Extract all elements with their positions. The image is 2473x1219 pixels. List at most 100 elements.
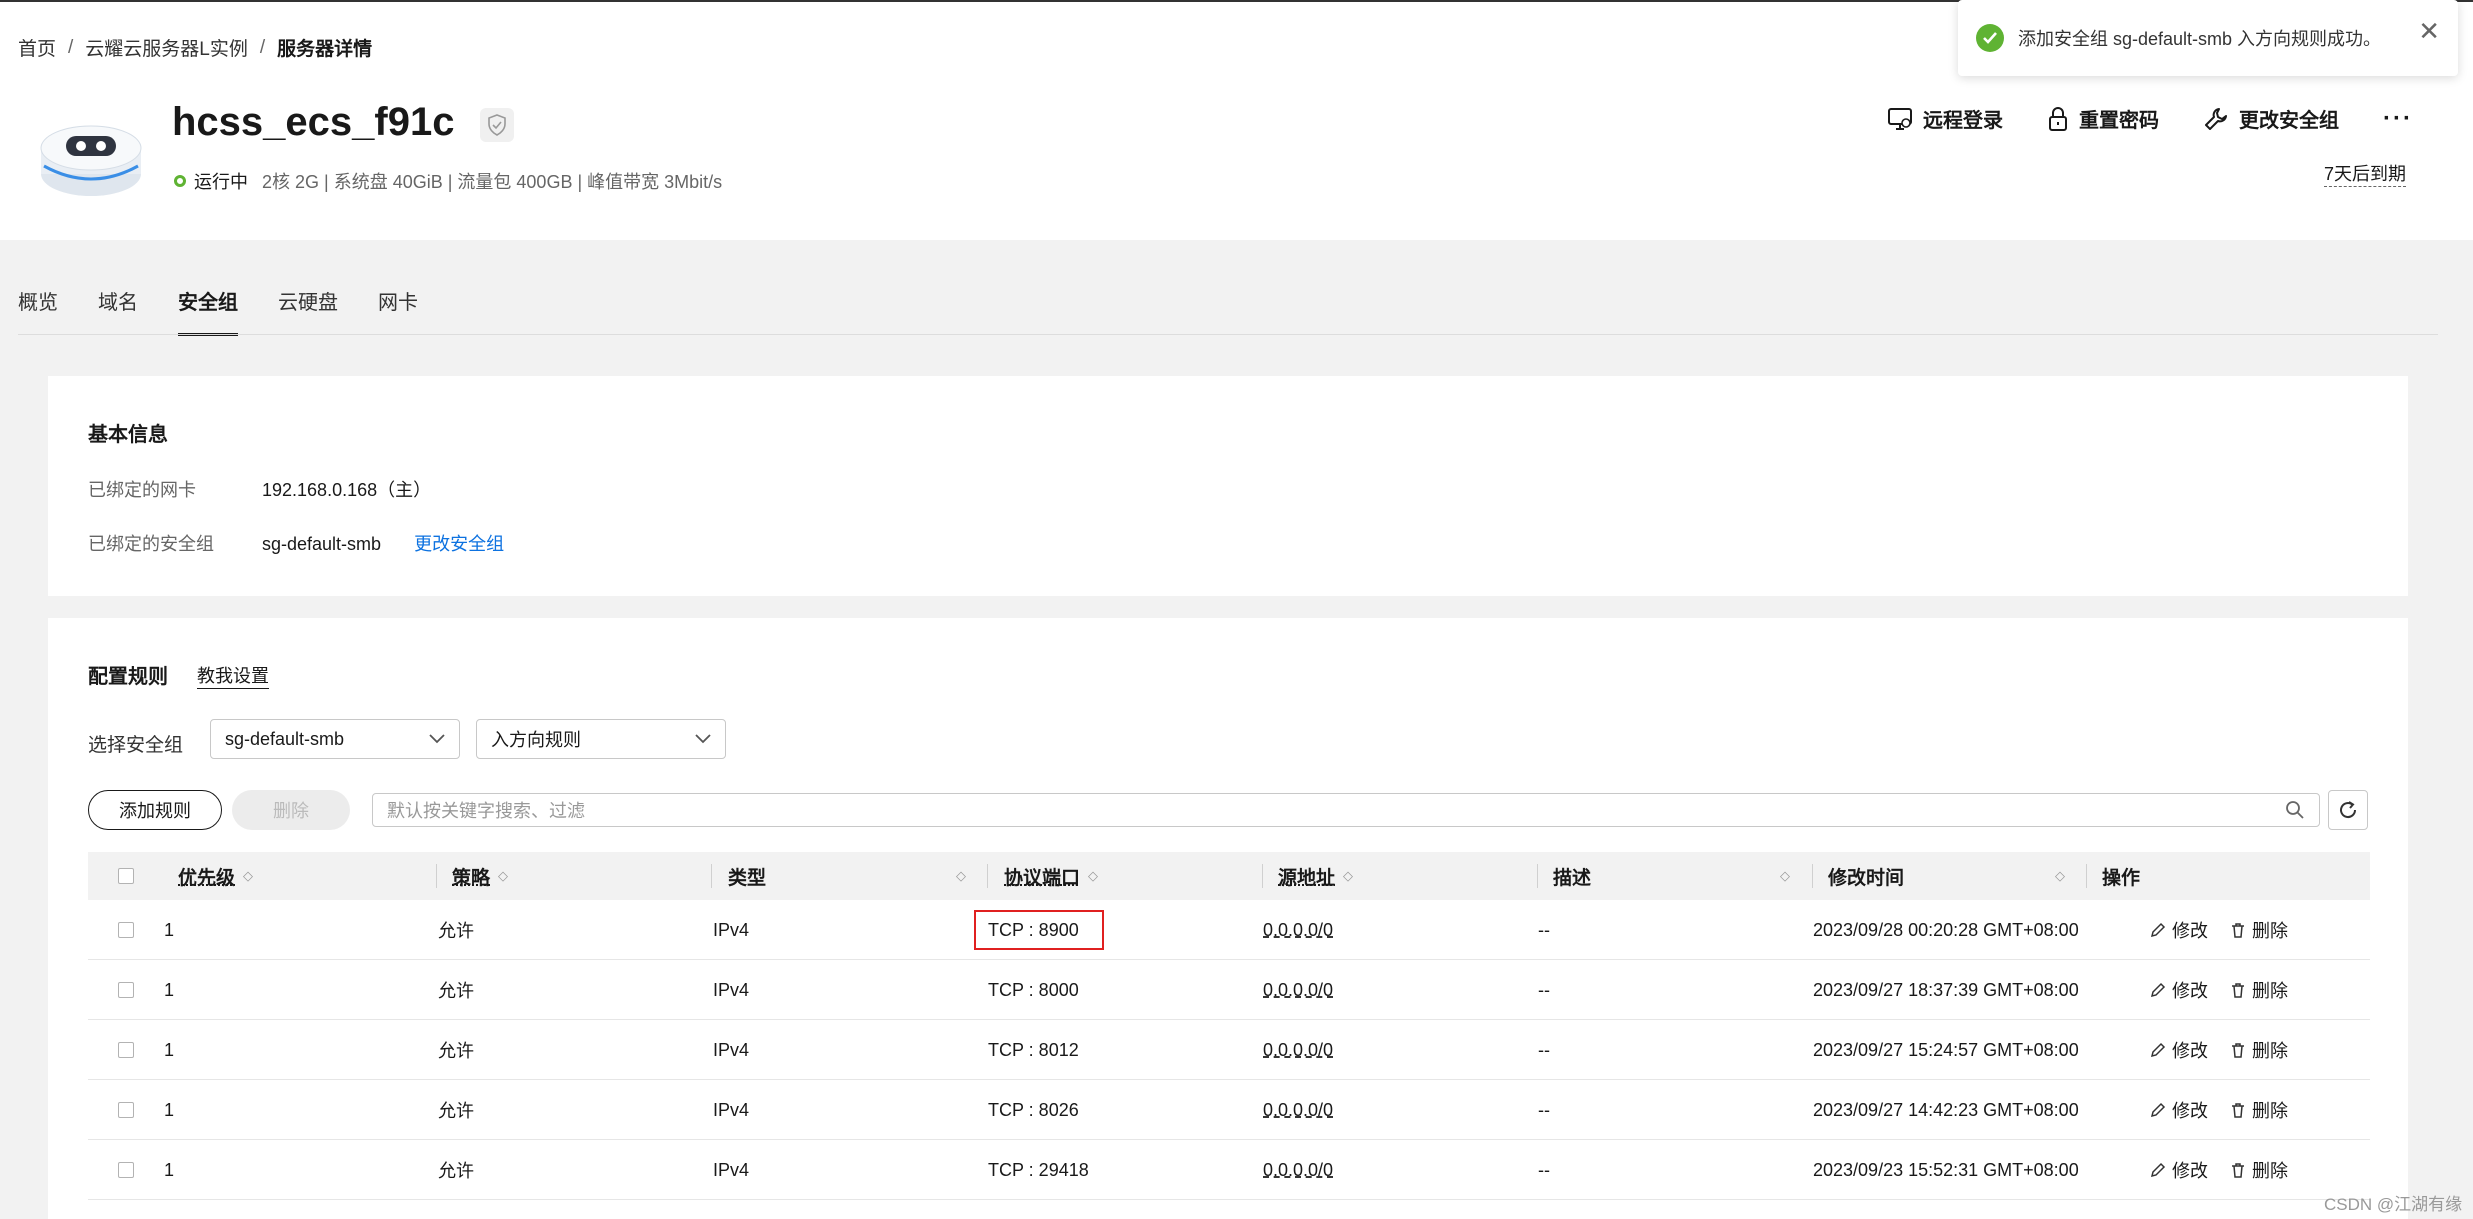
- breadcrumb-home[interactable]: 首页: [18, 34, 56, 61]
- row-checkbox[interactable]: [118, 1020, 134, 1080]
- edit-rule-button[interactable]: 修改: [2150, 977, 2208, 1003]
- basic-info-card: 基本信息 已绑定的网卡 192.168.0.168（主） 已绑定的安全组 sg-de…: [48, 376, 2408, 596]
- sg-select[interactable]: sg-default-smb: [210, 719, 460, 759]
- refresh-button[interactable]: [2328, 790, 2368, 830]
- trash-icon: [2232, 1043, 2244, 1058]
- pencil-icon: [2150, 922, 2166, 938]
- cell-type: IPv4: [713, 979, 750, 1000]
- status-text: 运行中: [194, 172, 248, 192]
- edit-rule-button[interactable]: 修改: [2150, 1037, 2208, 1063]
- pencil-icon: [2150, 1162, 2166, 1178]
- cell-ops: 修改 删除: [2150, 960, 2288, 1020]
- tab-security-group[interactable]: 安全组: [178, 286, 238, 336]
- cell-time: 2023/09/28 00:20:28 GMT+08:00: [1813, 919, 2079, 940]
- col-time: 修改时间: [1828, 867, 1905, 889]
- remote-login-button[interactable]: 远程登录: [1887, 104, 2003, 133]
- delete-rule-row-button[interactable]: 删除: [2230, 917, 2288, 943]
- cell-source[interactable]: 0.0.0.0/0: [1263, 1140, 1333, 1200]
- rules-title: 配置规则: [88, 666, 168, 688]
- cell-port: TCP : 8026: [988, 1099, 1079, 1120]
- cell-policy: 允许: [438, 981, 474, 1001]
- col-policy[interactable]: 策略 ◇: [452, 852, 508, 900]
- cell-desc: --: [1538, 1099, 1550, 1120]
- search-icon[interactable]: [2285, 800, 2305, 820]
- cell-source[interactable]: 0.0.0.0/0: [1263, 1020, 1333, 1080]
- cell-policy: 允许: [438, 1041, 474, 1061]
- cell-priority: 1: [164, 1039, 175, 1060]
- cell-source[interactable]: 0.0.0.0/0: [1263, 1080, 1333, 1140]
- delete-rule-row-button[interactable]: 删除: [2230, 977, 2288, 1003]
- cell-desc: --: [1538, 1039, 1550, 1060]
- row-checkbox[interactable]: [118, 1140, 134, 1200]
- delete-rule-row-button[interactable]: 删除: [2230, 1097, 2288, 1123]
- monitor-icon: [1888, 107, 1913, 130]
- success-toast: 添加安全组 sg-default-smb 入方向规则成功。 ✕: [1958, 0, 2458, 76]
- col-type: 类型: [728, 867, 767, 889]
- close-icon[interactable]: ✕: [2418, 16, 2440, 47]
- sort-icon[interactable]: ◇: [243, 868, 253, 884]
- change-security-group-button[interactable]: 更改安全组: [2203, 104, 2339, 133]
- cell-policy: 允许: [438, 1161, 474, 1181]
- row-checkbox[interactable]: [118, 1080, 134, 1140]
- direction-select[interactable]: 入方向规则: [476, 719, 726, 759]
- cell-source[interactable]: 0.0.0.0/0: [1263, 900, 1333, 960]
- col-source[interactable]: 源地址 ◇: [1278, 852, 1353, 900]
- server-specs: 2核 2G | 系统盘 40GiB | 流量包 400GB | 峰值带宽 3Mb…: [262, 172, 723, 192]
- bound-sg-row: 已绑定的安全组 sg-default-smb 更改安全组: [88, 530, 504, 556]
- sort-icon[interactable]: ◇: [1343, 868, 1353, 884]
- breadcrumb-instances[interactable]: 云耀云服务器L实例: [85, 34, 248, 61]
- reset-password-button[interactable]: 重置密码: [2047, 104, 2159, 133]
- filter-icon[interactable]: ◇: [2055, 852, 2065, 900]
- edit-rule-button[interactable]: 修改: [2150, 1097, 2208, 1123]
- chevron-down-icon: [695, 734, 711, 744]
- cell-priority: 1: [164, 979, 175, 1000]
- bound-nic-label: 已绑定的网卡: [88, 480, 196, 500]
- cell-policy: 允许: [438, 1101, 474, 1121]
- expire-notice[interactable]: 7天后到期: [2324, 160, 2407, 187]
- cell-ops: 修改 删除: [2150, 1080, 2288, 1140]
- tab-disk[interactable]: 云硬盘: [278, 286, 338, 336]
- server-status-line: 运行中 2核 2G | 系统盘 40GiB | 流量包 400GB | 峰值带宽…: [174, 168, 722, 194]
- filter-icon[interactable]: ◇: [1780, 852, 1790, 900]
- trash-icon: [2232, 983, 2244, 998]
- table-row: 1 允许 IPv4 TCP : 8900 0.0.0.0/0 -- 2023/09/28 0…: [88, 900, 2370, 960]
- search-input[interactable]: 默认按关键字搜索、过滤: [372, 793, 2320, 827]
- edit-rule-button[interactable]: 修改: [2150, 917, 2208, 943]
- row-checkbox[interactable]: [118, 900, 134, 960]
- change-sg-link[interactable]: 更改安全组: [414, 534, 504, 554]
- col-port[interactable]: 协议端口 ◇: [1004, 852, 1098, 900]
- sort-icon[interactable]: ◇: [1088, 868, 1098, 884]
- col-desc: 描述: [1553, 867, 1592, 889]
- col-priority[interactable]: 优先级 ◇: [178, 852, 253, 900]
- tab-overview[interactable]: 概览: [18, 286, 58, 336]
- table-row: 1 允许 IPv4 TCP : 8000 0.0.0.0/0 -- 2023/09/27 1…: [88, 960, 2370, 1020]
- shield-icon[interactable]: [480, 108, 514, 142]
- more-actions-icon[interactable]: ···: [2383, 105, 2413, 133]
- guide-link[interactable]: 教我设置: [197, 662, 269, 689]
- edit-rule-button[interactable]: 修改: [2150, 1157, 2208, 1183]
- filter-icon[interactable]: ◇: [956, 852, 966, 900]
- delete-rule-row-button[interactable]: 删除: [2230, 1157, 2288, 1183]
- col-ops: 操作: [2102, 867, 2141, 889]
- add-rule-button[interactable]: 添加规则: [88, 790, 222, 830]
- cell-port: TCP : 8000: [988, 979, 1079, 1000]
- delete-rule-button[interactable]: 删除: [232, 790, 350, 830]
- refresh-icon: [2340, 801, 2357, 819]
- cell-source[interactable]: 0.0.0.0/0: [1263, 960, 1333, 1020]
- cell-time: 2023/09/27 18:37:39 GMT+08:00: [1813, 979, 2079, 1000]
- table-row: 1 允许 IPv4 TCP : 8012 0.0.0.0/0 -- 2023/09/27 1…: [88, 1020, 2370, 1080]
- cell-policy: 允许: [438, 921, 474, 941]
- delete-rule-row-button[interactable]: 删除: [2230, 1037, 2288, 1063]
- select-all-checkbox[interactable]: [118, 852, 134, 900]
- tab-domain[interactable]: 域名: [98, 286, 138, 336]
- cell-ops: 修改 删除: [2150, 900, 2288, 960]
- cell-desc: --: [1538, 979, 1550, 1000]
- sort-icon[interactable]: ◇: [498, 868, 508, 884]
- row-checkbox[interactable]: [118, 960, 134, 1020]
- table-row: 1 允许 IPv4 TCP : 29418 0.0.0.0/0 -- 2023/09/23 …: [88, 1140, 2370, 1200]
- select-sg-label: 选择安全组: [88, 735, 184, 756]
- bound-nic-value: 192.168.0.168（主）: [262, 480, 432, 500]
- table-row: 1 允许 IPv4 TCP : 8026 0.0.0.0/0 -- 2023/09/27 1…: [88, 1080, 2370, 1140]
- tab-nic[interactable]: 网卡: [378, 286, 418, 336]
- port-highlight-box: [974, 910, 1104, 950]
